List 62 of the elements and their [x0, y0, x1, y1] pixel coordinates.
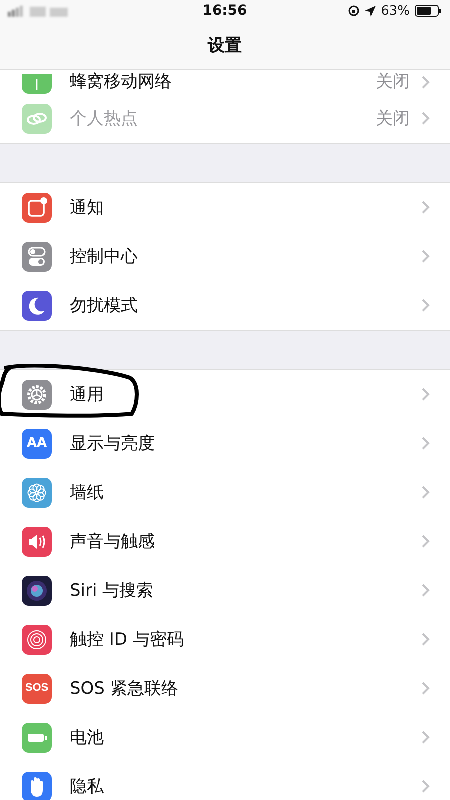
- settings-row[interactable]: SOS SOS 紧急联络: [0, 664, 450, 713]
- settings-row[interactable]: 蜂窝移动网络 关闭: [0, 70, 450, 94]
- row-label: 通用: [70, 384, 105, 406]
- battery-icon: [414, 5, 442, 17]
- toggle-icon: [22, 242, 52, 272]
- chevron-icon: [422, 76, 430, 88]
- battery-icon: [22, 722, 52, 752]
- chevron-icon: [422, 682, 430, 695]
- rotation-lock-icon: [348, 5, 360, 17]
- row-label: 个人热点: [70, 108, 139, 130]
- row-label: Siri 与搜索: [70, 580, 155, 602]
- settings-icon: [22, 380, 52, 410]
- row-label: 隐私: [70, 776, 105, 798]
- antenna-icon: [22, 74, 52, 94]
- chevron-icon: [422, 250, 430, 263]
- settings-row[interactable]: 声音与触感: [0, 517, 450, 566]
- location-arrow-icon: [365, 6, 376, 16]
- chevron-icon: [422, 535, 430, 548]
- chevron-icon: [422, 486, 430, 499]
- chevron-icon: [422, 201, 430, 214]
- orb-icon: [22, 576, 52, 606]
- row-label: SOS 紧急联络: [70, 678, 180, 700]
- fingerprint-icon: [22, 624, 52, 654]
- display-icon: AA: [22, 428, 52, 458]
- row-label: 声音与触感: [70, 531, 156, 553]
- chain-link-icon: [22, 104, 52, 134]
- settings-row[interactable]: 控制中心: [0, 232, 450, 281]
- notification-icon: [22, 192, 52, 222]
- settings-row[interactable]: 通用: [0, 370, 450, 419]
- flower-icon: [22, 478, 52, 508]
- row-label: 控制中心: [70, 246, 139, 268]
- chevron-icon: [422, 437, 430, 450]
- chevron-icon: [422, 780, 430, 793]
- row-label: 蜂窝移动网络: [70, 71, 173, 93]
- row-label: 勿扰模式: [70, 295, 139, 317]
- settings-row[interactable]: 隐私: [0, 762, 450, 800]
- status-time: 16:56: [202, 3, 248, 19]
- settings-row[interactable]: 触控 ID 与密码: [0, 615, 450, 664]
- settings-row[interactable]: 勿扰模式: [0, 281, 450, 330]
- sos-icon: SOS: [22, 674, 52, 704]
- settings-row[interactable]: 电池: [0, 713, 450, 762]
- chevron-icon: [422, 584, 430, 597]
- moon-icon: [22, 290, 52, 320]
- row-label: 触控 ID 与密码: [70, 629, 185, 651]
- settings-row[interactable]: 墙纸: [0, 468, 450, 517]
- settings-row[interactable]: Siri 与搜索: [0, 566, 450, 615]
- chevron-icon: [422, 299, 430, 312]
- settings-row[interactable]: 通知: [0, 183, 450, 232]
- chevron-icon: [422, 633, 430, 646]
- chevron-icon: [422, 731, 430, 744]
- settings-row[interactable]: AA 显示与亮度: [0, 419, 450, 468]
- row-label: 显示与亮度: [70, 433, 156, 455]
- battery-percentage: 63%: [381, 4, 410, 18]
- speaker-icon: [22, 526, 52, 556]
- row-label: 电池: [70, 727, 105, 749]
- page-title: 设置: [208, 35, 242, 57]
- row-value: 关闭: [376, 71, 410, 93]
- row-value: 关闭: [376, 108, 410, 130]
- row-label: 墙纸: [70, 482, 105, 504]
- chevron-icon: [422, 388, 430, 401]
- chevron-icon: [422, 112, 430, 125]
- row-label: 通知: [70, 197, 105, 219]
